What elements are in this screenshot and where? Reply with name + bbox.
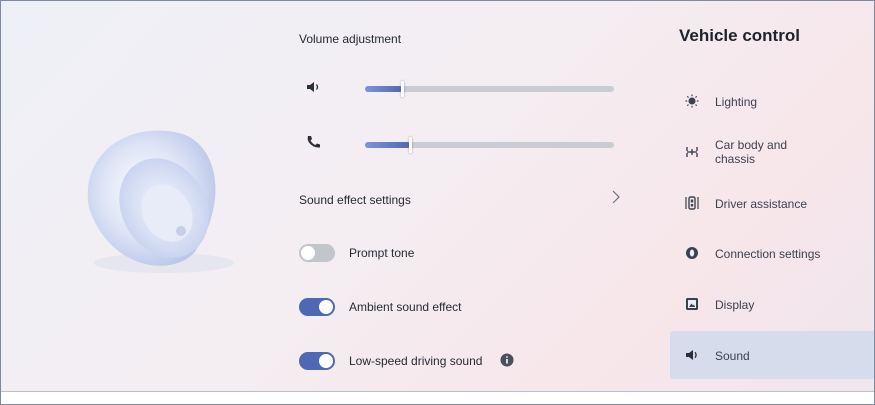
media-volume-slider[interactable] [365,81,614,97]
sound-settings-screen: Volume adjustment Sound effect settings … [0,0,875,405]
nav-item-display[interactable]: Display [670,280,874,328]
chevron-right-icon [612,190,620,204]
prompt-tone-label: Prompt tone [349,246,415,260]
low-speed-sound-toggle[interactable] [299,352,335,370]
nav-item-connection-settings[interactable]: Connection settings [670,229,874,277]
toggle-knob [301,246,315,260]
low-speed-sound-label: Low-speed driving sound [349,354,483,368]
nav-item-lighting[interactable]: Lighting [670,77,874,125]
nav-label: Sound [715,349,750,363]
toggle-knob [319,354,333,368]
connection-icon [686,247,698,259]
nav-item-car-body[interactable]: Car body and chassis [670,127,874,175]
low-speed-sound-row: Low-speed driving sound [299,352,599,376]
nav-item-sound[interactable]: Sound [670,331,874,379]
volume-title: Volume adjustment [299,32,402,46]
info-icon[interactable] [500,353,514,367]
display-icon [686,298,698,310]
speaker-icon [686,350,697,360]
nav-label: Connection settings [715,247,821,261]
nav-label: Display [715,298,755,312]
prompt-tone-row: Prompt tone [299,244,599,268]
toggle-knob [319,300,333,314]
phone-icon [307,136,320,148]
media-volume-fill [365,86,402,92]
chassis-icon [686,147,698,157]
prompt-tone-toggle[interactable] [299,244,335,262]
call-volume-fill [365,142,410,148]
sound-effect-settings-row[interactable]: Sound effect settings [291,184,627,214]
nav-title: Vehicle control [679,26,800,45]
nav-item-driver-assistance[interactable]: Driver assistance [670,179,874,227]
ambient-sound-row: Ambient sound effect [299,298,599,322]
bottom-strip [1,392,874,404]
ambient-sound-toggle[interactable] [299,298,335,316]
driver-assist-icon [685,196,699,210]
sound-effect-settings-label: Sound effect settings [299,193,411,207]
speaker-illustration [87,130,234,273]
bulb-icon [685,94,699,108]
media-volume-icon [307,82,319,92]
call-volume-slider[interactable] [365,137,614,153]
nav-label: Car body and chassis [715,138,788,166]
media-volume-thumb[interactable] [401,81,404,97]
ambient-sound-label: Ambient sound effect [349,300,462,314]
nav-label: Lighting [715,95,758,109]
call-volume-thumb[interactable] [409,137,412,153]
nav-label: Driver assistance [715,197,808,211]
